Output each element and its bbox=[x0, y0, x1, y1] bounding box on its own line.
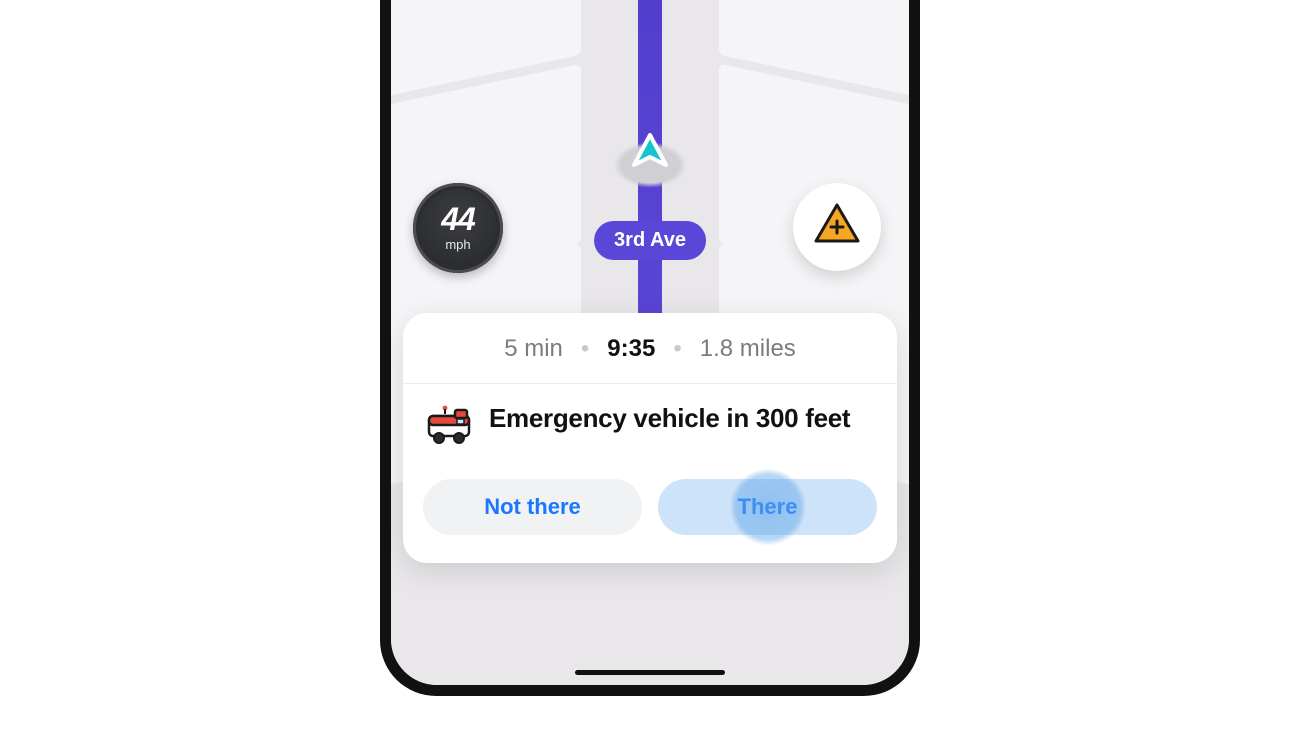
phone-frame: 3rd Ave 44 mph bbox=[380, 0, 920, 696]
alert-message: Emergency vehicle in 300 feet bbox=[489, 402, 850, 435]
speed-unit: mph bbox=[445, 237, 470, 252]
not-there-button[interactable]: Not there bbox=[423, 479, 642, 535]
navigation-arrow-icon bbox=[630, 131, 670, 176]
report-hazard-button[interactable] bbox=[793, 183, 881, 271]
current-street-pill: 3rd Ave bbox=[594, 221, 706, 260]
distance: 1.8 miles bbox=[700, 335, 796, 363]
there-button[interactable]: There bbox=[658, 479, 877, 535]
home-indicator[interactable] bbox=[575, 670, 725, 675]
remaining-time: 5 min bbox=[504, 335, 563, 363]
not-there-label: Not there bbox=[484, 494, 581, 520]
alert-button-row: Not there There bbox=[403, 461, 897, 563]
hazard-report-icon bbox=[812, 199, 862, 254]
separator-dot: • bbox=[581, 335, 589, 363]
speedometer: 44 mph bbox=[413, 183, 503, 273]
speed-value: 44 bbox=[441, 203, 475, 235]
phone-screen: 3rd Ave 44 mph bbox=[391, 0, 909, 685]
there-label: There bbox=[738, 494, 798, 520]
separator-dot: • bbox=[673, 335, 681, 363]
emergency-vehicle-icon bbox=[425, 404, 473, 453]
street-name: 3rd Ave bbox=[614, 229, 686, 251]
trip-summary-row: 5 min • 9:35 • 1.8 miles bbox=[403, 313, 897, 384]
alert-row: Emergency vehicle in 300 feet bbox=[403, 384, 897, 461]
eta-time: 9:35 bbox=[607, 335, 655, 363]
info-card: 5 min • 9:35 • 1.8 miles bbox=[403, 313, 897, 563]
